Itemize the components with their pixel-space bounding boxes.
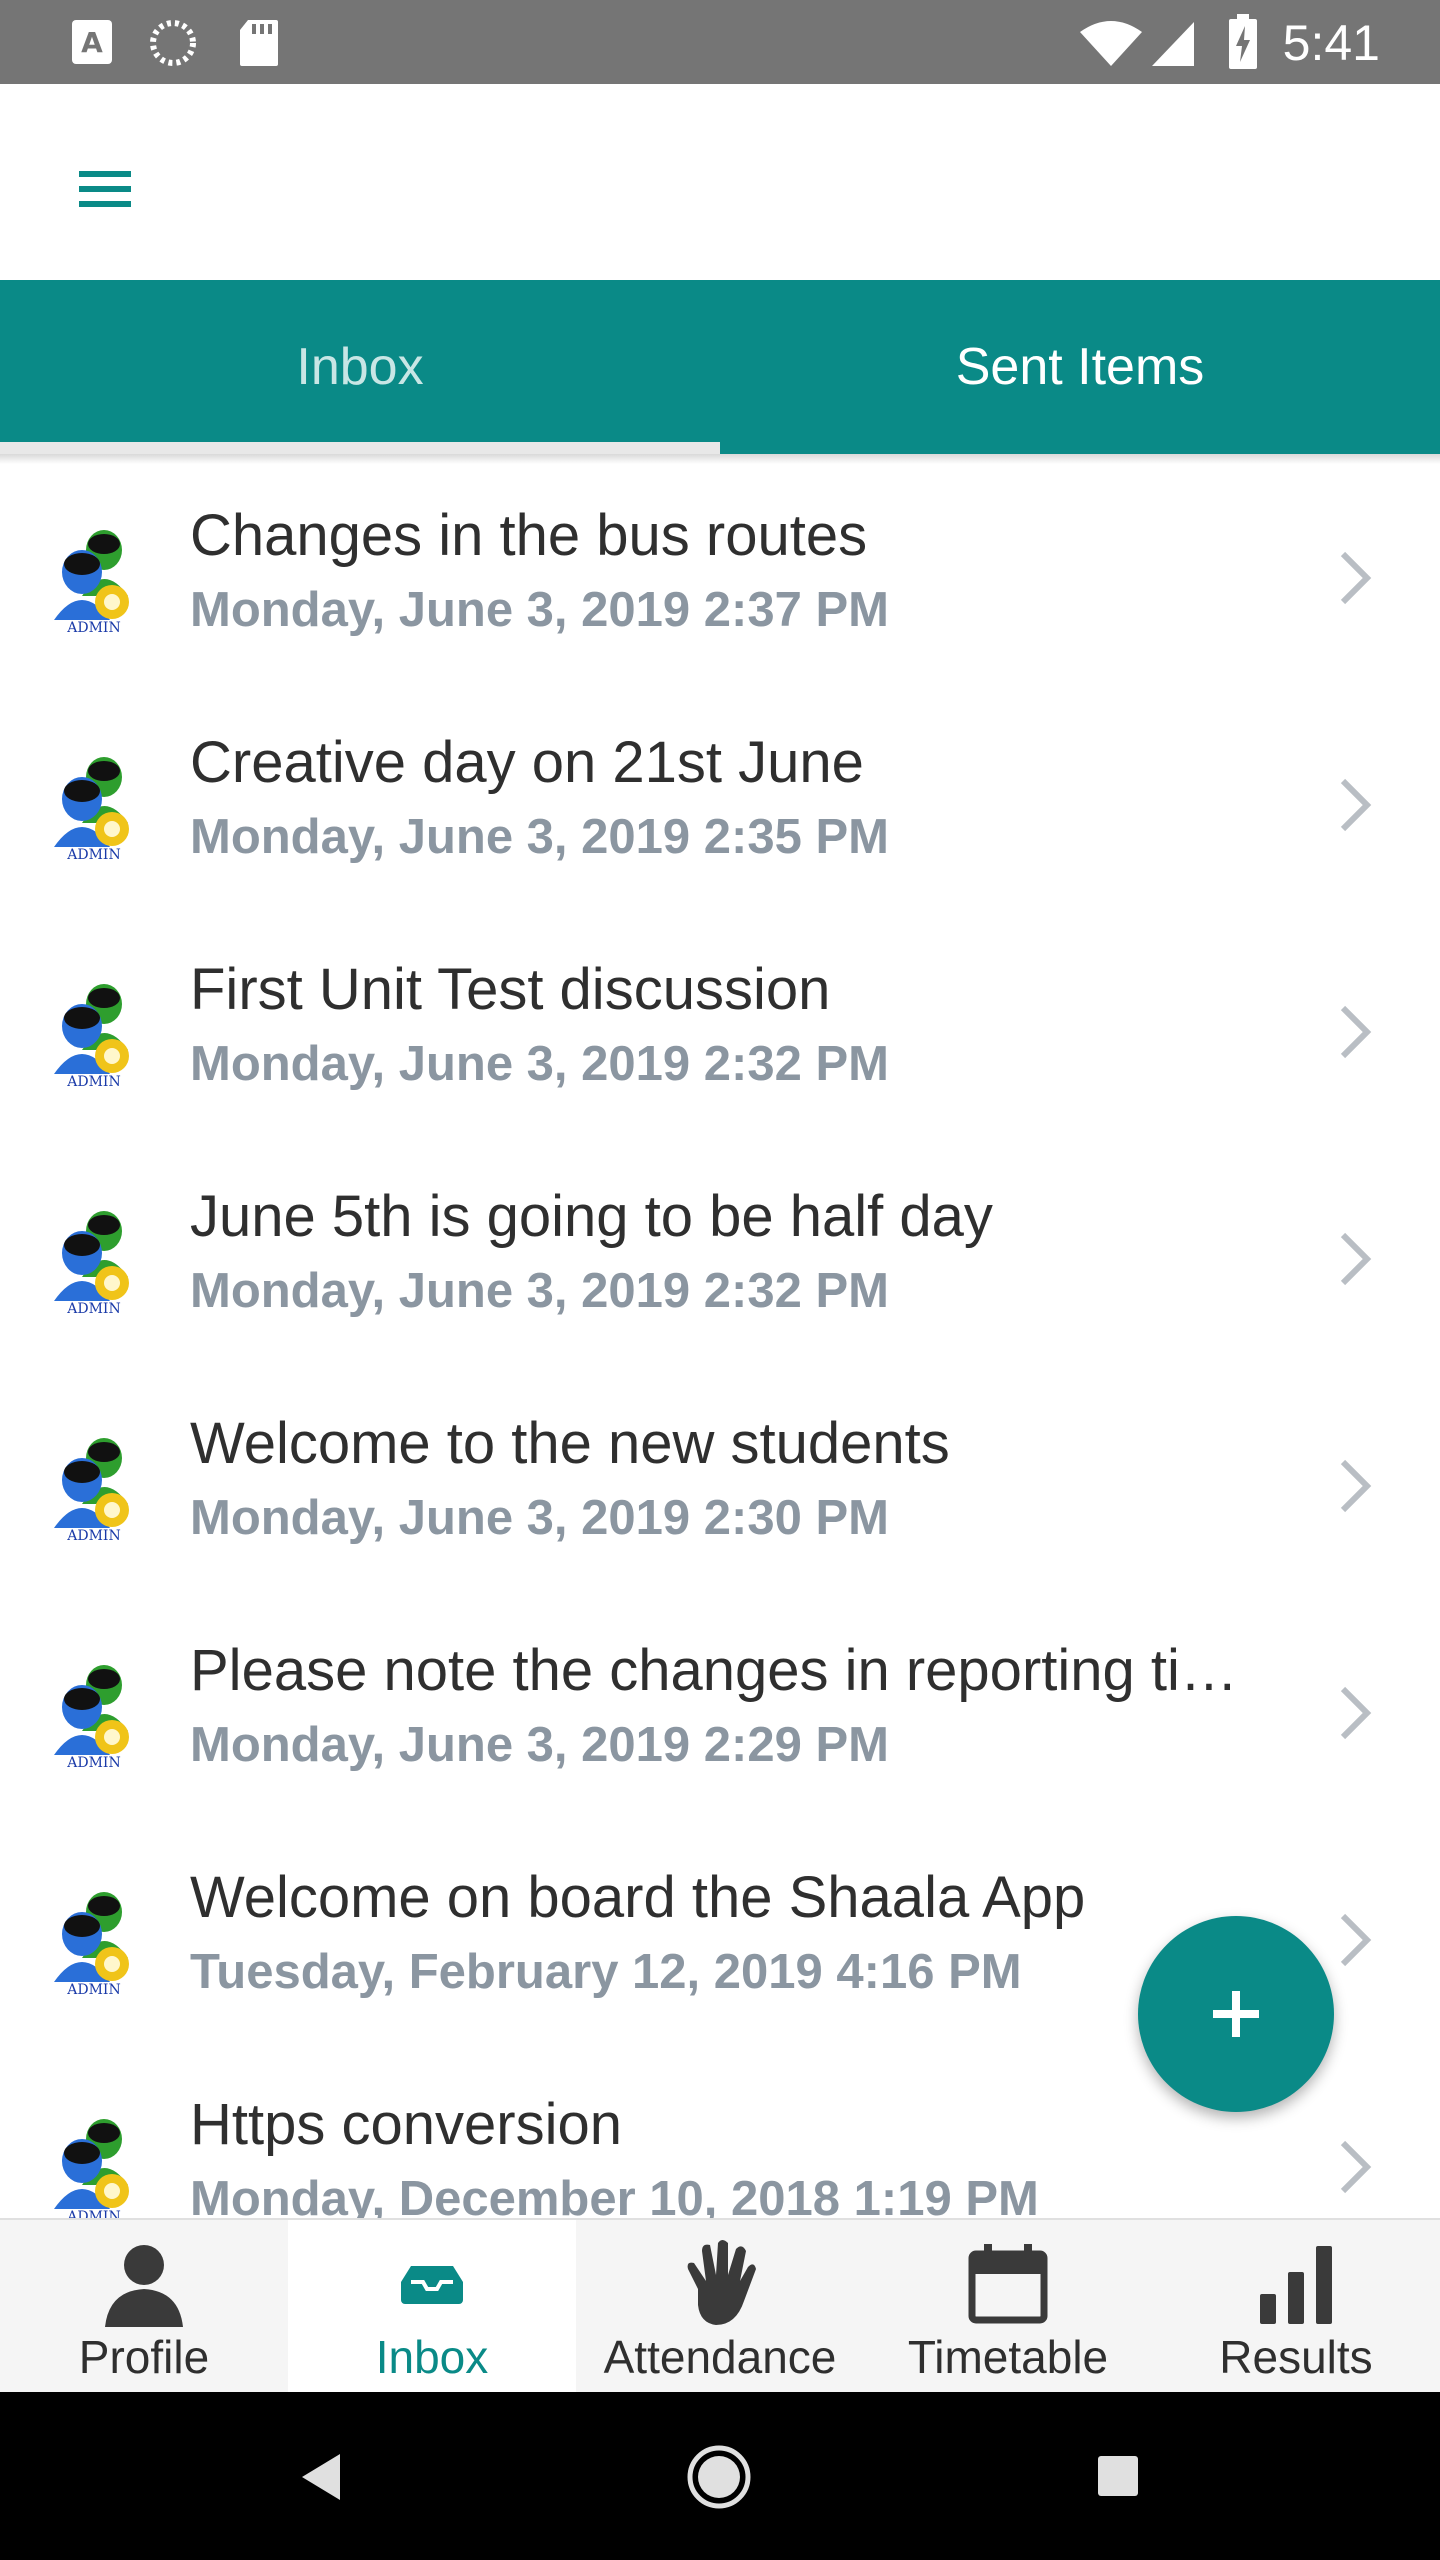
admin-avatar-icon: ADMIN: [54, 984, 129, 1088]
home-icon[interactable]: [686, 2444, 752, 2510]
message-date: Monday, June 3, 2019 2:37 PM: [190, 583, 889, 637]
inbox-tray-icon: [401, 2266, 463, 2304]
tab-inbox-label: Inbox: [296, 338, 424, 396]
admin-avatar-icon: ADMIN: [54, 1665, 129, 1769]
compose-button[interactable]: [1138, 1916, 1334, 2112]
chevron-right-icon: [1340, 1232, 1372, 1286]
avatar-badge: ADMIN: [66, 1755, 120, 1769]
message-row[interactable]: ADMIN Please note the changes in reporti…: [0, 1599, 1440, 1826]
recent-apps-icon[interactable]: [1096, 2454, 1140, 2498]
nav-inbox-label: Inbox: [375, 2331, 489, 2383]
message-date: Monday, June 3, 2019 2:32 PM: [190, 1264, 889, 1318]
wifi-icon: [1080, 21, 1142, 66]
system-nav-bar: [0, 2392, 1440, 2560]
status-bar: A 5:41: [0, 0, 1440, 84]
nav-profile[interactable]: Profile: [0, 2220, 288, 2394]
chevron-right-icon: [1340, 778, 1372, 832]
message-date: Monday, June 3, 2019 2:29 PM: [190, 1718, 889, 1772]
battery-charging-icon: [1229, 14, 1257, 69]
admin-avatar-icon: ADMIN: [54, 1892, 129, 1996]
nav-results-label: Results: [1219, 2331, 1373, 2383]
message-row[interactable]: ADMIN Creative day on 21st June Monday, …: [0, 691, 1440, 918]
tab-bar: Inbox Sent Items: [0, 280, 1440, 454]
bar-chart-icon: [1260, 2246, 1332, 2324]
person-icon: [105, 2245, 183, 2327]
avatar-badge: ADMIN: [66, 1528, 120, 1542]
avatar-badge: ADMIN: [66, 847, 120, 861]
message-date: Monday, June 3, 2019 2:32 PM: [190, 1037, 889, 1091]
message-title: Welcome on board the Shaala App: [190, 1865, 1086, 1930]
avatar-badge: ADMIN: [66, 2209, 120, 2218]
chevron-right-icon: [1340, 1005, 1372, 1059]
app-bar: [0, 84, 1440, 280]
chevron-right-icon: [1340, 551, 1372, 605]
message-date: Tuesday, February 12, 2019 4:16 PM: [190, 1945, 1022, 1999]
add-icon: [1213, 1991, 1259, 2037]
tab-sent-items-label: Sent Items: [955, 338, 1205, 396]
avatar-badge: ADMIN: [66, 620, 120, 634]
tab-indicator: [0, 442, 720, 454]
status-time: 5:41: [1282, 15, 1380, 71]
message-date: Monday, June 3, 2019 2:30 PM: [190, 1491, 889, 1545]
message-title: Welcome to the new students: [190, 1411, 950, 1476]
nav-timetable-label: Timetable: [907, 2331, 1109, 2383]
nav-results[interactable]: Results: [1152, 2220, 1440, 2394]
message-row[interactable]: ADMIN June 5th is going to be half day M…: [0, 1145, 1440, 1372]
nav-attendance-label: Attendance: [603, 2331, 837, 2383]
admin-avatar-icon: ADMIN: [54, 530, 129, 634]
message-title: June 5th is going to be half day: [190, 1184, 993, 1249]
message-row[interactable]: ADMIN Welcome to the new students Monday…: [0, 1372, 1440, 1599]
chevron-right-icon: [1340, 2140, 1372, 2194]
admin-avatar-icon: ADMIN: [54, 2119, 129, 2218]
message-title: Https conversion: [190, 2092, 622, 2157]
svg-text:A: A: [81, 26, 103, 59]
sd-card-icon: [240, 20, 278, 66]
nav-profile-label: Profile: [78, 2331, 210, 2383]
nav-timetable[interactable]: Timetable: [864, 2220, 1152, 2394]
message-title: Changes in the bus routes: [190, 503, 868, 568]
calendar-icon: [968, 2244, 1048, 2324]
back-icon[interactable]: [296, 2450, 346, 2504]
message-date: Monday, June 3, 2019 2:35 PM: [190, 810, 889, 864]
avatar-badge: ADMIN: [66, 1074, 120, 1088]
message-date: Monday, December 10, 2018 1:19 PM: [190, 2172, 1039, 2218]
message-row[interactable]: ADMIN First Unit Test discussion Monday,…: [0, 918, 1440, 1145]
hamburger-menu-icon: [79, 171, 131, 207]
chevron-right-icon: [1340, 1686, 1372, 1740]
tab-inbox[interactable]: Inbox: [0, 280, 720, 454]
message-title: Please note the changes in reporting ti…: [190, 1638, 1238, 1703]
message-title: Creative day on 21st June: [190, 730, 864, 795]
message-title: First Unit Test discussion: [190, 957, 831, 1022]
signal-icon: [1152, 22, 1194, 66]
nav-attendance[interactable]: Attendance: [576, 2220, 864, 2394]
bottom-navigation: Profile Inbox Attendance Timetable Resul…: [0, 2218, 1440, 2394]
menu-button[interactable]: [60, 144, 150, 234]
chevron-right-icon: [1340, 1913, 1372, 1967]
admin-avatar-icon: ADMIN: [54, 1438, 129, 1542]
tab-sent-items[interactable]: Sent Items: [720, 280, 1440, 454]
loading-icon: [150, 20, 196, 66]
admin-avatar-icon: ADMIN: [54, 757, 129, 861]
hand-icon: [687, 2240, 756, 2325]
chevron-right-icon: [1340, 1459, 1372, 1513]
nav-inbox[interactable]: Inbox: [288, 2220, 576, 2394]
a-icon: A: [72, 20, 112, 64]
tab-shadow: [0, 454, 1440, 464]
avatar-badge: ADMIN: [66, 1301, 120, 1315]
avatar-badge: ADMIN: [66, 1982, 120, 1996]
message-row[interactable]: ADMIN Changes in the bus routes Monday, …: [0, 464, 1440, 691]
admin-avatar-icon: ADMIN: [54, 1211, 129, 1315]
